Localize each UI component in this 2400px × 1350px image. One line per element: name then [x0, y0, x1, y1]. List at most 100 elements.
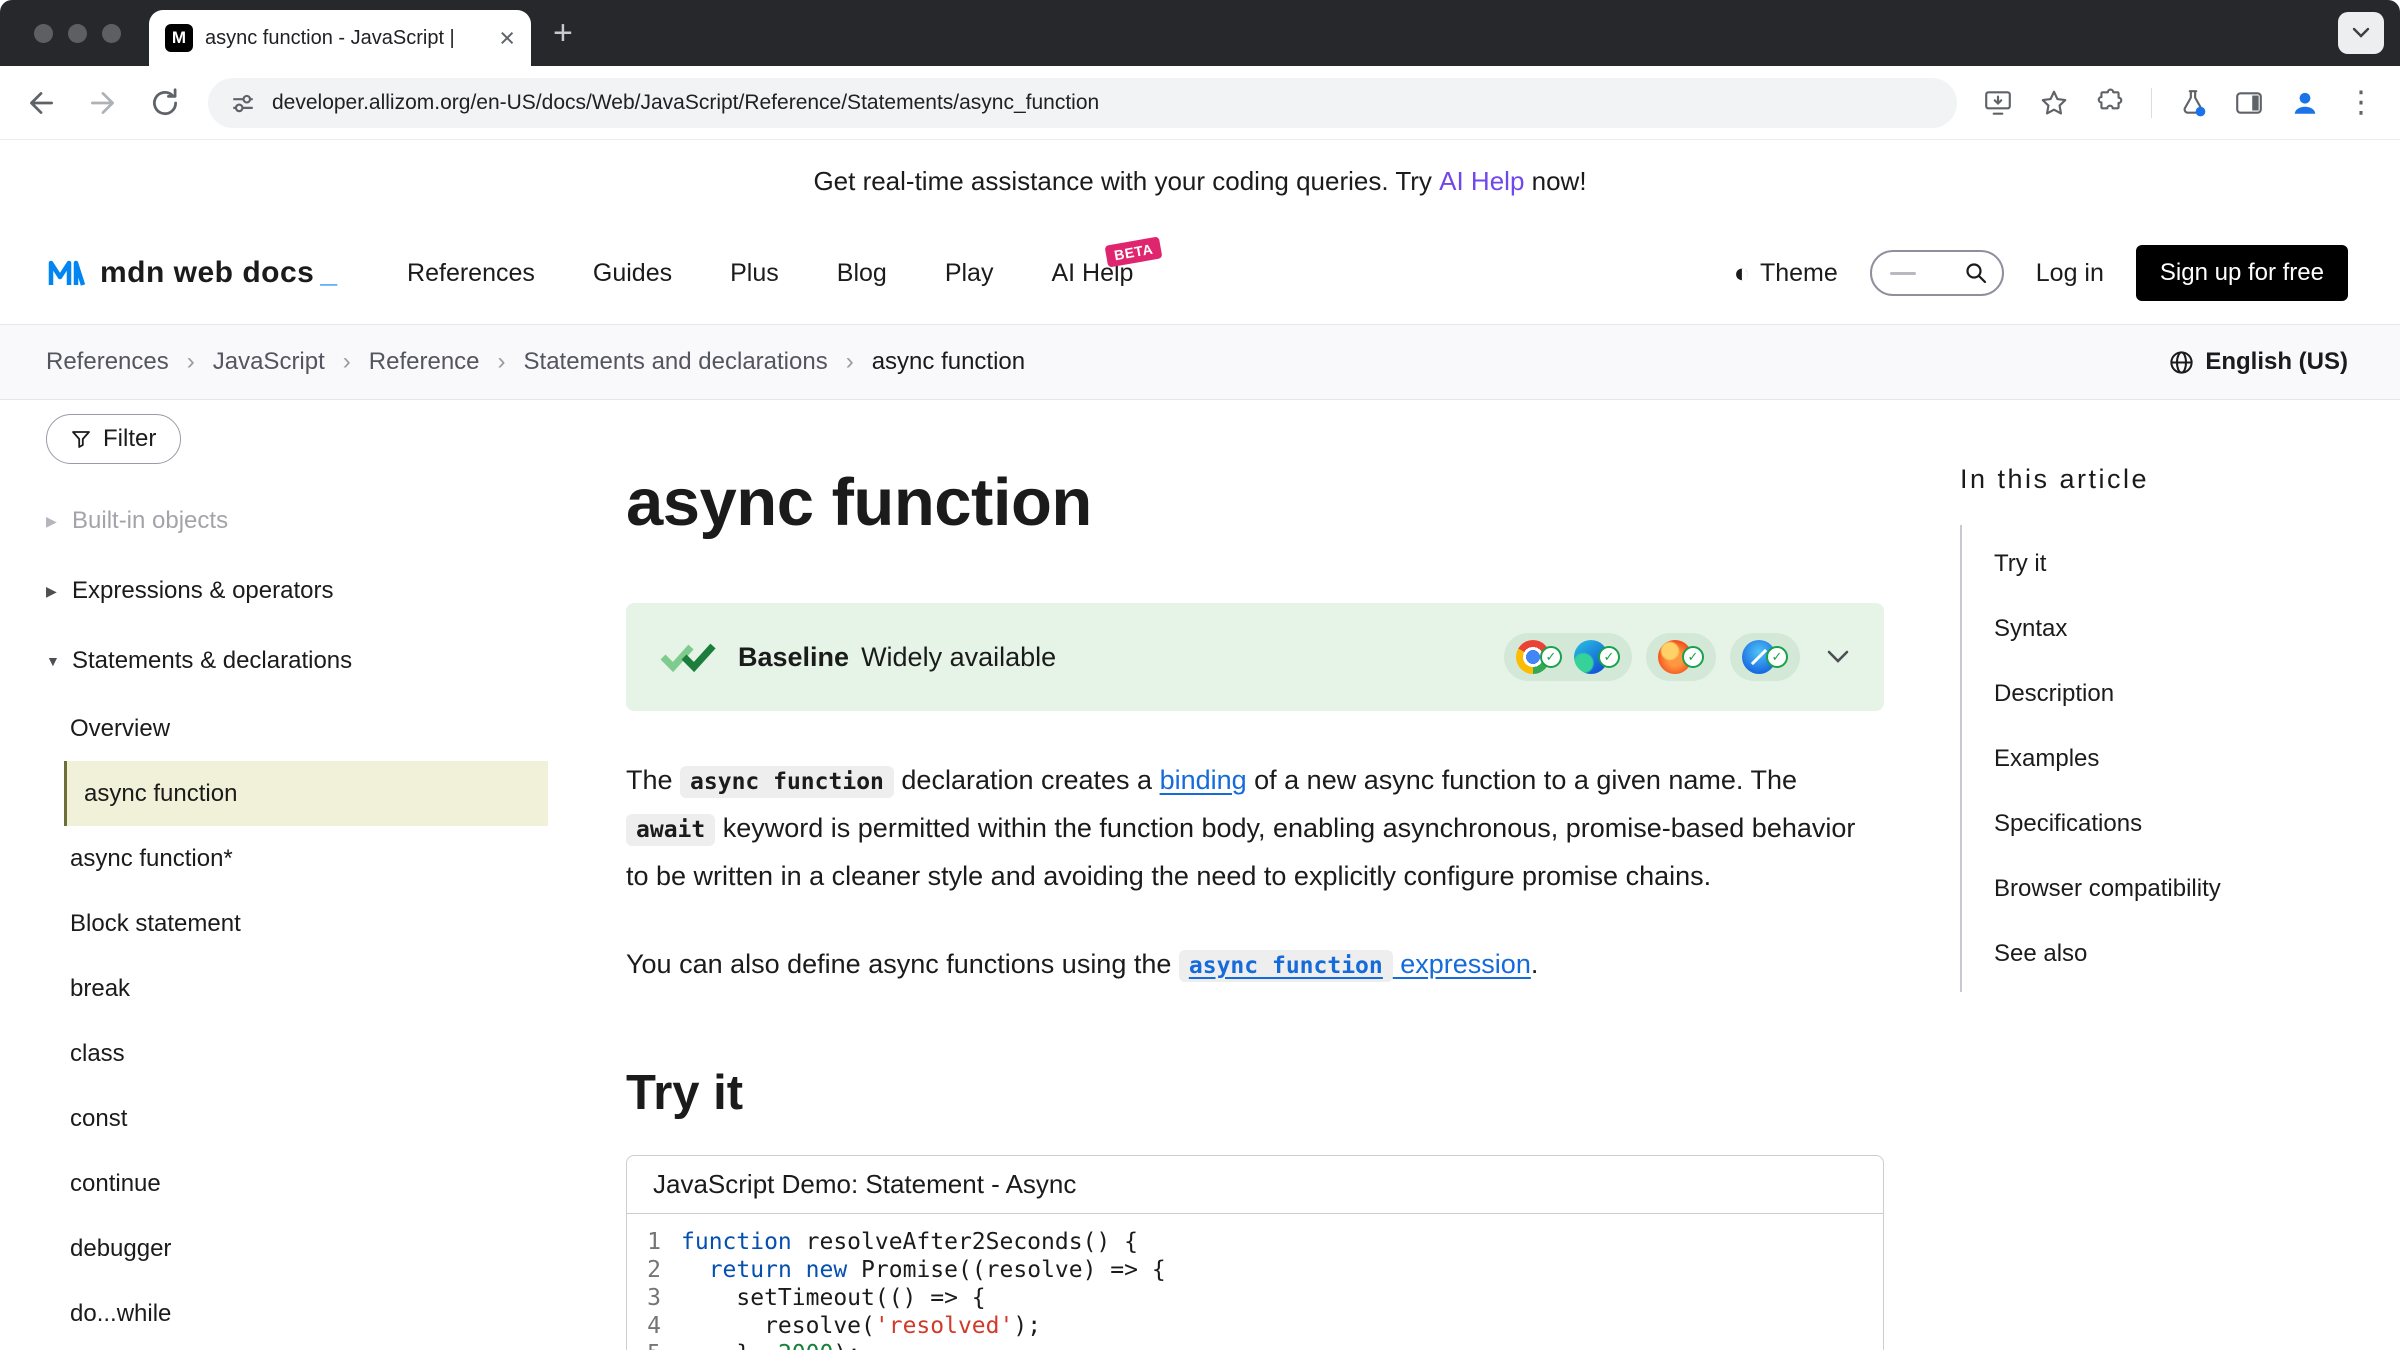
code-line[interactable]: 3 setTimeout(() => { [627, 1284, 1883, 1312]
text-segment: . [1531, 949, 1539, 979]
theme-button[interactable]: ◐ Theme [1734, 258, 1838, 289]
nav-references[interactable]: References [407, 259, 535, 288]
reload-button[interactable] [148, 86, 182, 120]
check-icon: ✓ [1682, 646, 1704, 668]
sidebar-list: ▶Built-in objects▶Expressions & operator… [46, 486, 600, 1350]
sidebar-item-const[interactable]: const [46, 1086, 600, 1151]
back-button[interactable] [24, 86, 58, 120]
sidebar-item-block-statement[interactable]: Block statement [46, 891, 600, 956]
binding-link[interactable]: binding [1160, 765, 1247, 795]
breadcrumb-item-statements-and-declarations[interactable]: Statements and declarations [524, 348, 828, 376]
tab-search-button[interactable] [2338, 12, 2384, 54]
sidebar-item-continue[interactable]: continue [46, 1151, 600, 1216]
sidebar-item-break[interactable]: break [46, 956, 600, 1021]
breadcrumb-item-javascript[interactable]: JavaScript [213, 348, 325, 376]
search-box[interactable] [1870, 250, 2004, 296]
toc-list-item: Syntax [1962, 596, 2380, 661]
inline-code-async-function: async function [680, 766, 894, 798]
tab-close-icon[interactable]: × [499, 25, 515, 52]
install-icon[interactable] [1983, 88, 2013, 118]
signup-button[interactable]: Sign up for free [2136, 245, 2348, 301]
code-line[interactable]: 2 return new Promise((resolve) => { [627, 1256, 1883, 1284]
sidebar-item-debugger[interactable]: debugger [46, 1216, 600, 1281]
breadcrumb-separator: › [343, 348, 351, 376]
sidebar-item-async-function[interactable]: async function* [46, 826, 600, 891]
sidebar-item-async-function[interactable]: async function [64, 761, 548, 826]
baseline-expand-chevron-icon[interactable] [1826, 649, 1850, 665]
breadcrumb-separator: › [498, 348, 506, 376]
code-line[interactable]: 5 }, 2000); [627, 1340, 1883, 1350]
token-kw: function [681, 1229, 792, 1255]
address-bar[interactable]: developer.allizom.org/en-US/docs/Web/Jav… [208, 78, 1957, 128]
close-window-button[interactable] [34, 24, 53, 43]
code-text: }, 2000); [681, 1340, 861, 1350]
labs-flask-icon[interactable] [2178, 88, 2208, 118]
forward-button[interactable] [86, 86, 120, 120]
toc-item-try-it[interactable]: Try it [1994, 550, 2046, 578]
login-link[interactable]: Log in [2036, 259, 2104, 288]
nav-guides[interactable]: Guides [593, 259, 672, 288]
toc-item-examples[interactable]: Examples [1994, 745, 2099, 773]
toc-item-specifications[interactable]: Specifications [1994, 810, 2142, 838]
toc-item-description[interactable]: Description [1994, 680, 2114, 708]
filter-button[interactable]: Filter [46, 414, 181, 464]
bookmark-star-icon[interactable] [2039, 88, 2069, 118]
check-icon: ✓ [1598, 646, 1620, 668]
expression-paragraph: You can also define async functions usin… [626, 941, 1884, 989]
kebab-menu-icon[interactable]: ⋮ [2346, 88, 2376, 118]
sidebar-item-do-while[interactable]: do...while [46, 1281, 600, 1346]
language-label: English (US) [2205, 348, 2348, 376]
baseline-icon [660, 640, 716, 674]
sidebar-section-built-in-objects[interactable]: ▶Built-in objects [46, 486, 600, 556]
token-plain [792, 1257, 806, 1283]
breadcrumb-item-async-function[interactable]: async function [872, 348, 1025, 376]
page-title: async function [626, 464, 1884, 541]
browser-tab[interactable]: M async function - JavaScript | × [149, 10, 531, 66]
extensions-icon[interactable] [2095, 88, 2125, 118]
toc-item-see-also[interactable]: See also [1994, 940, 2087, 968]
toc-item-syntax[interactable]: Syntax [1994, 615, 2067, 643]
inline-code-async-function-expression[interactable]: async function [1179, 950, 1393, 982]
nav-play[interactable]: Play [945, 259, 994, 288]
nav-blog[interactable]: Blog [837, 259, 887, 288]
sidebar-item-empty-statement[interactable]: Empty statement [46, 1346, 600, 1350]
browser-support-group: ✓ [1730, 633, 1800, 681]
ai-help-link[interactable]: AI Help [1439, 166, 1524, 197]
sidebar-section-statements-declarations[interactable]: ▼Statements & declarations [46, 626, 600, 696]
sidebar-section-expressions-operators[interactable]: ▶Expressions & operators [46, 556, 600, 626]
nav-plus[interactable]: Plus [730, 259, 779, 288]
code-editor[interactable]: 1function resolveAfter2Seconds() {2 retu… [627, 1214, 1883, 1350]
breadcrumb-item-references[interactable]: References [46, 348, 169, 376]
window-controls [34, 24, 121, 43]
browser-support-group: ✓ [1646, 633, 1716, 681]
mdn-logo[interactable]: mdn web docs _ [46, 256, 337, 290]
logo-text: mdn web docs [100, 256, 314, 290]
chevron-down-icon [2351, 26, 2371, 40]
async-function-expression-link[interactable]: async function expression [1179, 949, 1531, 979]
safari-support: ✓ [1742, 640, 1788, 674]
code-line[interactable]: 4 resolve('resolved'); [627, 1312, 1883, 1340]
nav-ai-help[interactable]: AI HelpBETA [1051, 259, 1133, 288]
url-text[interactable]: developer.allizom.org/en-US/docs/Web/Jav… [272, 91, 1099, 115]
code-text: return new Promise((resolve) => { [681, 1256, 1166, 1284]
profile-icon[interactable] [2290, 88, 2320, 118]
beta-badge: BETA [1105, 236, 1163, 267]
breadcrumb-item-reference[interactable]: Reference [369, 348, 480, 376]
zoom-window-button[interactable] [102, 24, 121, 43]
code-line[interactable]: 1function resolveAfter2Seconds() { [627, 1228, 1883, 1256]
breadcrumb: References›JavaScript›Reference›Statemen… [46, 348, 1025, 376]
expression-link-text[interactable]: expression [1393, 949, 1531, 979]
code-text: resolve('resolved'); [681, 1312, 1041, 1340]
site-settings-icon[interactable] [230, 90, 256, 116]
minimize-window-button[interactable] [68, 24, 87, 43]
sidebar-section-label: Built-in objects [72, 507, 228, 535]
sidebar-item-overview[interactable]: Overview [46, 696, 600, 761]
line-number: 1 [627, 1228, 681, 1256]
language-switcher[interactable]: English (US) [2168, 348, 2348, 376]
sidebar-item-class[interactable]: class [46, 1021, 600, 1086]
new-tab-button[interactable]: + [553, 16, 573, 50]
code-text: function resolveAfter2Seconds() { [681, 1228, 1138, 1256]
edge-support: ✓ [1574, 640, 1620, 674]
toc-item-browser-compatibility[interactable]: Browser compatibility [1994, 875, 2221, 903]
side-panel-icon[interactable] [2234, 88, 2264, 118]
